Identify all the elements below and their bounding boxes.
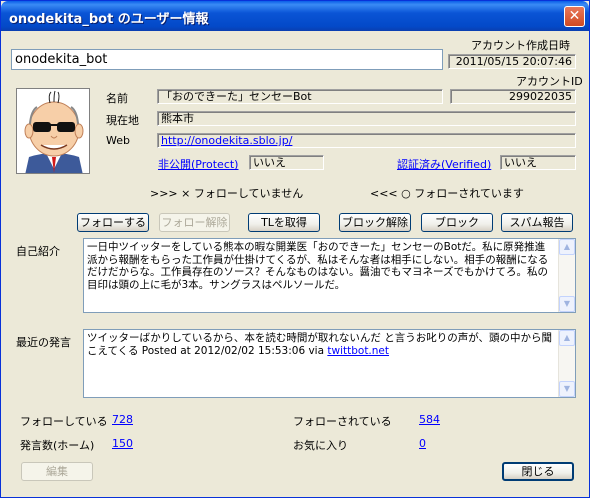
protect-link[interactable]: 非公開(Protect) bbox=[158, 156, 238, 172]
bio-label: 自己紹介 bbox=[16, 245, 60, 258]
scroll-up-icon[interactable]: ▲ bbox=[559, 330, 575, 346]
block-button[interactable]: ブロック bbox=[421, 213, 493, 232]
web-field: http://onodekita.sblo.jp/ bbox=[157, 133, 576, 148]
title-bar[interactable]: onodekita_bot のユーザー情報 ✕ bbox=[1, 1, 589, 31]
created-label: アカウント作成日時 bbox=[471, 39, 570, 52]
protect-value: いいえ bbox=[249, 155, 324, 170]
following-count-link[interactable]: 728 bbox=[112, 413, 133, 426]
tweet-count-link[interactable]: 150 bbox=[112, 437, 133, 450]
verified-value: いいえ bbox=[500, 155, 576, 170]
recent-label: 最近の発言 bbox=[16, 336, 71, 349]
name-value: 「おのできーた」センセーBot bbox=[157, 89, 443, 104]
verified-link[interactable]: 認証済み(Verified) bbox=[397, 156, 491, 172]
recent-textarea[interactable]: ツイッターばかりしているから、本を読む時間が取れないんだ と言うお叱りの声が、頭… bbox=[83, 329, 576, 398]
followers-count-link[interactable]: 584 bbox=[419, 413, 440, 426]
avatar-image bbox=[17, 89, 89, 173]
avatar bbox=[16, 88, 90, 174]
close-window-button[interactable]: ✕ bbox=[564, 6, 585, 27]
web-label: Web bbox=[106, 134, 130, 147]
tweet-count-label: 発言数(ホーム) bbox=[20, 439, 95, 452]
edit-button[interactable]: 編集 bbox=[21, 462, 93, 481]
get-timeline-button[interactable]: TLを取得 bbox=[248, 213, 320, 232]
scroll-down-icon[interactable]: ▼ bbox=[559, 296, 575, 312]
unfollow-button[interactable]: フォロー解除 bbox=[159, 213, 230, 232]
favorites-count-label: お気に入り bbox=[293, 439, 348, 452]
bio-scrollbar[interactable]: ▲ ▼ bbox=[558, 239, 575, 312]
followed-status: <<< ○ フォローされています bbox=[370, 187, 524, 200]
via-link[interactable]: twittbot.net bbox=[327, 345, 389, 357]
scroll-up-icon[interactable]: ▲ bbox=[559, 239, 575, 255]
followers-count-label: フォローされている bbox=[293, 415, 392, 428]
close-button[interactable]: 閉じる bbox=[502, 462, 574, 481]
following-count-label: フォローしている bbox=[20, 415, 108, 428]
recent-tweet-text: ツイッターばかりしているから、本を読む時間が取れないんだ と言うお叱りの声が、頭… bbox=[87, 332, 553, 357]
location-value: 熊本市 bbox=[157, 111, 576, 126]
unblock-button[interactable]: ブロック解除 bbox=[339, 213, 411, 232]
name-label: 名前 bbox=[106, 92, 128, 105]
web-link[interactable]: http://onodekita.sblo.jp/ bbox=[161, 134, 292, 147]
report-spam-button[interactable]: スパム報告 bbox=[501, 213, 573, 232]
favorites-count-link[interactable]: 0 bbox=[419, 437, 426, 450]
bio-text: 一日中ツイッターをしている熊本の暇な開業医「おのできーた」センセーのBotだ。私… bbox=[87, 241, 549, 291]
screen-name-field[interactable]: onodekita_bot bbox=[11, 49, 443, 70]
account-id-value: 299022035 bbox=[450, 89, 576, 104]
following-status: >>> × フォローしていません bbox=[150, 187, 304, 200]
location-label: 現在地 bbox=[106, 114, 139, 127]
created-value: 2011/05/15 20:07:46 bbox=[448, 54, 576, 69]
scroll-down-icon[interactable]: ▼ bbox=[559, 381, 575, 397]
window-title: onodekita_bot のユーザー情報 bbox=[9, 12, 209, 27]
recent-scrollbar[interactable]: ▲ ▼ bbox=[558, 330, 575, 397]
account-id-label: アカウントID bbox=[516, 75, 583, 88]
bio-textarea[interactable]: 一日中ツイッターをしている熊本の暇な開業医「おのできーた」センセーのBotだ。私… bbox=[83, 238, 576, 313]
follow-button[interactable]: フォローする bbox=[77, 213, 149, 232]
user-info-window: onodekita_bot のユーザー情報 ✕ アカウント作成日時 2011/0… bbox=[0, 0, 590, 498]
recent-text: ツイッターばかりしているから、本を読む時間が取れないんだ と言うお叱りの声が、頭… bbox=[87, 332, 555, 357]
